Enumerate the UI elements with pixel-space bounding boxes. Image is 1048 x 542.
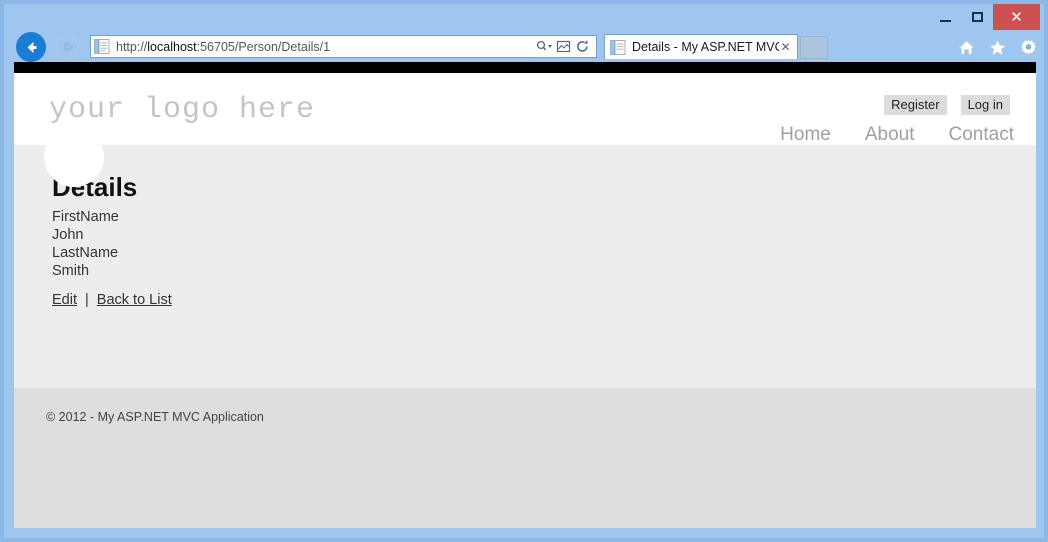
browser-window: ✕ http://localhost:56705/Person/Details/…: [0, 0, 1048, 542]
back-to-list-link[interactable]: Back to List: [97, 292, 172, 308]
main-navigation: Home About Contact: [780, 124, 1014, 146]
tab-close-icon[interactable]: ✕: [779, 40, 792, 54]
close-window-button[interactable]: ✕: [993, 4, 1040, 30]
maximize-button[interactable]: [961, 4, 993, 30]
footer-copyright: © 2012 - My ASP.NET MVC Application: [46, 410, 264, 424]
back-button[interactable]: [16, 32, 46, 62]
maximize-icon: [971, 12, 983, 22]
details-field-list: FirstName John LastName Smith: [52, 208, 119, 280]
browser-toolbar: http://localhost:56705/Person/Details/1: [4, 30, 1044, 62]
detail-value-lastname: Smith: [52, 263, 90, 279]
tab-title: Details - My ASP.NET MVC ...: [632, 40, 779, 54]
page-top-black-bar: [14, 62, 1036, 73]
address-bar[interactable]: http://localhost:56705/Person/Details/1: [90, 35, 597, 58]
nav-link-home[interactable]: Home: [780, 124, 831, 146]
browser-window-inner: ✕ http://localhost:56705/Person/Details/…: [4, 4, 1044, 538]
close-icon: ✕: [1010, 8, 1023, 26]
browser-tab[interactable]: Details - My ASP.NET MVC ... ✕: [604, 34, 798, 59]
address-bar-icons: [535, 37, 592, 56]
favorites-icon[interactable]: [985, 35, 1009, 59]
minimize-button[interactable]: [929, 4, 961, 30]
page-viewport: your logo here Register Log in Home Abou…: [14, 62, 1036, 528]
title-bar: ✕: [4, 4, 1044, 30]
site-header: your logo here Register Log in Home Abou…: [14, 73, 1036, 187]
forward-button[interactable]: [55, 35, 79, 59]
main-content: Details FirstName John LastName Smith Ed…: [14, 145, 1036, 388]
action-links: Edit | Back to List: [52, 292, 172, 308]
nav-link-contact[interactable]: Contact: [949, 124, 1014, 146]
refresh-icon[interactable]: [573, 37, 592, 56]
browser-toolbar-icons: [954, 34, 1040, 60]
detail-label-lastname: LastName: [52, 245, 119, 261]
nav-link-about[interactable]: About: [865, 124, 915, 146]
page-document-icon: [94, 39, 110, 54]
site-logo: your logo here: [49, 93, 316, 127]
action-separator: |: [85, 292, 89, 308]
login-link[interactable]: Log in: [960, 95, 1010, 115]
back-arrow-icon: [27, 41, 36, 53]
forward-arrow-icon: [64, 40, 74, 54]
minimize-icon: [939, 19, 951, 22]
url-text: http://localhost:56705/Person/Details/1: [116, 39, 331, 54]
compatibility-view-icon[interactable]: [554, 37, 573, 56]
logo-circle-decoration: [44, 127, 104, 187]
url-host: localhost: [147, 39, 197, 54]
auth-links: Register Log in: [884, 95, 1010, 115]
tab-favicon-icon: [610, 39, 626, 55]
detail-label-firstname: FirstName: [52, 209, 119, 225]
detail-value-firstname: John: [52, 227, 84, 243]
home-icon[interactable]: [954, 35, 978, 59]
tools-icon[interactable]: [1016, 35, 1040, 59]
search-dropdown-icon[interactable]: [535, 37, 554, 56]
site-footer: © 2012 - My ASP.NET MVC Application: [14, 388, 1036, 528]
new-tab-button[interactable]: [800, 36, 828, 59]
edit-link[interactable]: Edit: [52, 292, 77, 308]
register-link[interactable]: Register: [884, 95, 947, 115]
